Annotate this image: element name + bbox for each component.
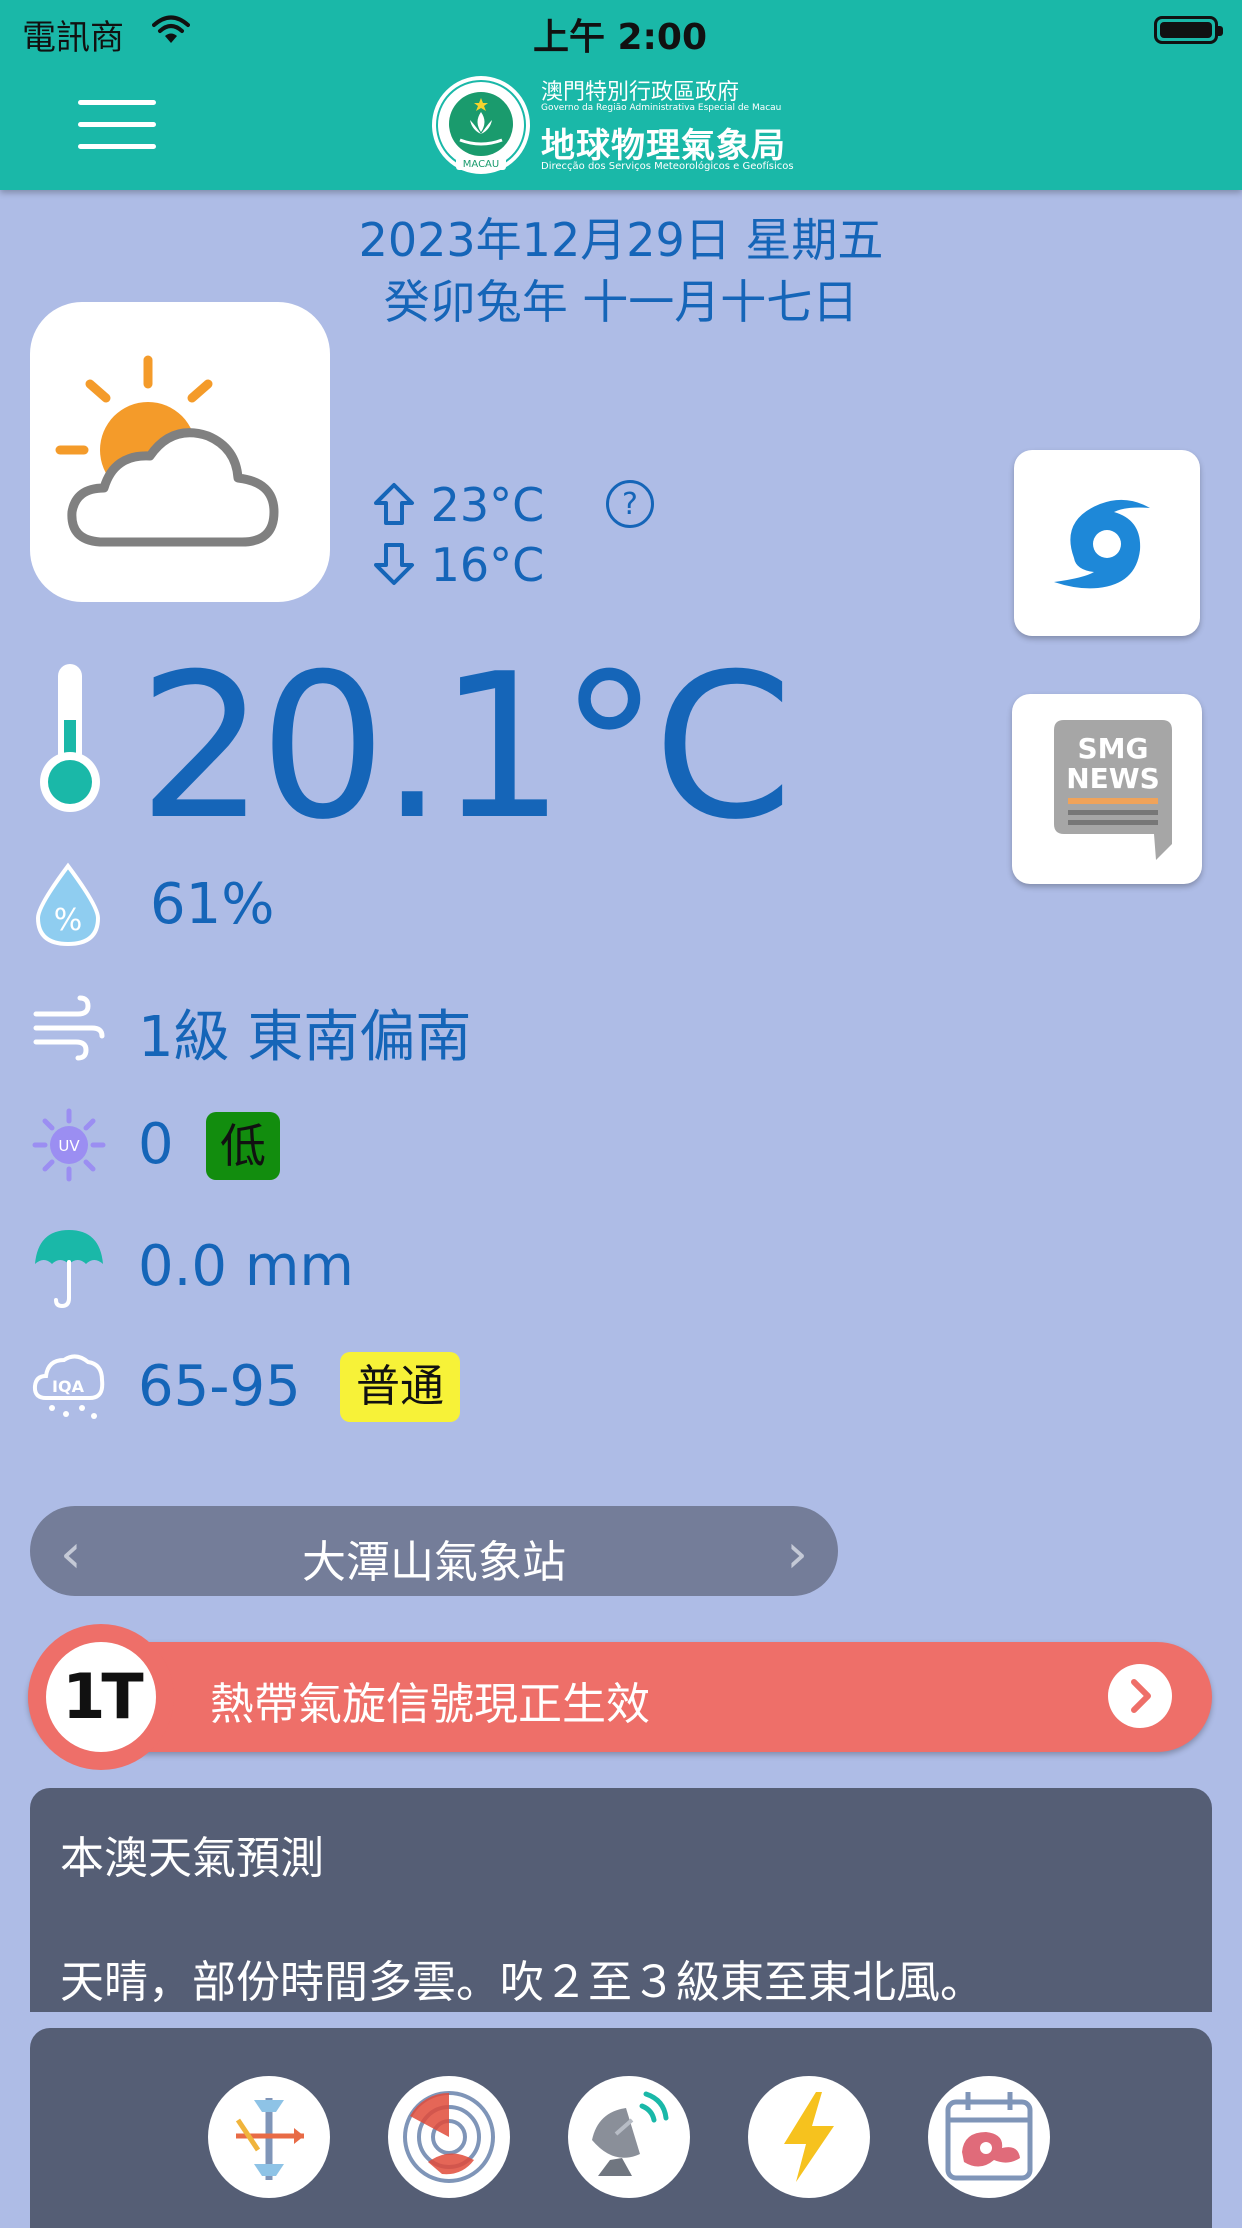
arrow-down-icon	[374, 543, 414, 585]
svg-text:%: %	[54, 903, 83, 938]
forecast-title: 本澳天氣預測	[60, 1833, 324, 1884]
tropical-cyclone-warning-banner[interactable]: 1T 熱帶氣旋信號現正生效	[28, 1624, 1212, 1770]
bureau-name: 地球物理氣象局	[541, 126, 786, 166]
smg-news-button[interactable]: SMG NEWS	[1012, 694, 1202, 884]
aqi-value: 65-95	[138, 1354, 301, 1419]
bureau-name-pt: Direcção dos Serviços Meteorológicos e G…	[541, 161, 794, 172]
satellite-dish-icon	[592, 2091, 669, 2176]
aqi-level-badge: 普通	[340, 1352, 460, 1422]
svg-text:NEWS: NEWS	[1066, 762, 1160, 795]
typhoon-icon	[1054, 499, 1150, 589]
low-temperature-value: 16°C	[430, 538, 545, 592]
typhoon-calendar-icon	[945, 2092, 1033, 2181]
government-name-pt: Governo da Região Administrativa Especia…	[541, 103, 782, 113]
station-selector: ‹ 大潭山氣象站 ›	[30, 1506, 838, 1596]
anemometer-icon	[235, 2098, 304, 2180]
radar-button[interactable]	[388, 2076, 510, 2198]
uv-value: 0	[138, 1112, 174, 1177]
rainfall-value: 0.0 mm	[138, 1234, 354, 1299]
radar-icon	[403, 2091, 495, 2183]
chevron-right-icon[interactable]	[1108, 1664, 1172, 1728]
wifi-icon	[152, 14, 190, 48]
forecast-card[interactable]: 本澳天氣預測 天晴，部份時間多雲。吹２至３級東至東北風。	[30, 1788, 1212, 2012]
government-name: 澳門特別行政區政府	[541, 80, 740, 105]
arrow-up-icon	[374, 483, 414, 525]
lightning-icon	[784, 2092, 834, 2182]
umbrella-icon	[32, 1226, 106, 1314]
station-name: 大潭山氣象站	[302, 1537, 566, 1588]
weather-condition-icon	[30, 302, 330, 602]
battery-icon	[1154, 16, 1223, 44]
uv-level-badge: 低	[206, 1112, 280, 1180]
hamburger-menu-button[interactable]	[78, 100, 160, 150]
lightning-button[interactable]	[748, 2076, 870, 2198]
signal-badge: 1T	[28, 1624, 174, 1770]
satellite-button[interactable]	[568, 2076, 690, 2198]
thermometer-icon	[34, 660, 106, 820]
quick-tools-tray	[30, 2028, 1212, 2228]
gregorian-date: 2023年12月29日 星期五	[358, 213, 884, 267]
warning-text: 熱帶氣旋信號現正生效	[210, 1679, 650, 1730]
uv-icon: UV	[32, 1108, 106, 1186]
high-temperature: 23°C	[372, 478, 544, 532]
high-temperature-value: 23°C	[430, 478, 545, 532]
svg-text:SMG: SMG	[1077, 732, 1148, 765]
typhoon-calendar-button[interactable]	[928, 2076, 1050, 2198]
macau-emblem-icon: MACAU	[430, 74, 532, 176]
wind-value: 1級 東南偏南	[138, 1005, 472, 1070]
station-next-button[interactable]: ›	[786, 1522, 808, 1585]
air-quality-icon: IQA	[32, 1346, 106, 1428]
news-icon: SMG NEWS	[1054, 720, 1172, 860]
help-button[interactable]: ?	[606, 480, 654, 528]
typhoon-button[interactable]	[1014, 450, 1200, 636]
low-temperature: 16°C	[372, 538, 544, 592]
current-temperature: 20.1°C	[138, 631, 793, 864]
wind-station-button[interactable]	[208, 2076, 330, 2198]
svg-text:MACAU: MACAU	[463, 159, 499, 170]
carrier-name: 電訊商	[22, 18, 124, 58]
humidity-icon: %	[32, 862, 104, 952]
status-time: 上午 2:00	[532, 17, 708, 58]
svg-text:UV: UV	[58, 1137, 80, 1155]
svg-text:IQA: IQA	[52, 1377, 85, 1396]
forecast-text: 天晴，部份時間多雲。吹２至３級東至東北風。	[60, 1957, 984, 2008]
signal-number: 1T	[46, 1642, 156, 1752]
humidity-value: 61%	[150, 872, 275, 937]
wind-icon	[32, 994, 106, 1066]
